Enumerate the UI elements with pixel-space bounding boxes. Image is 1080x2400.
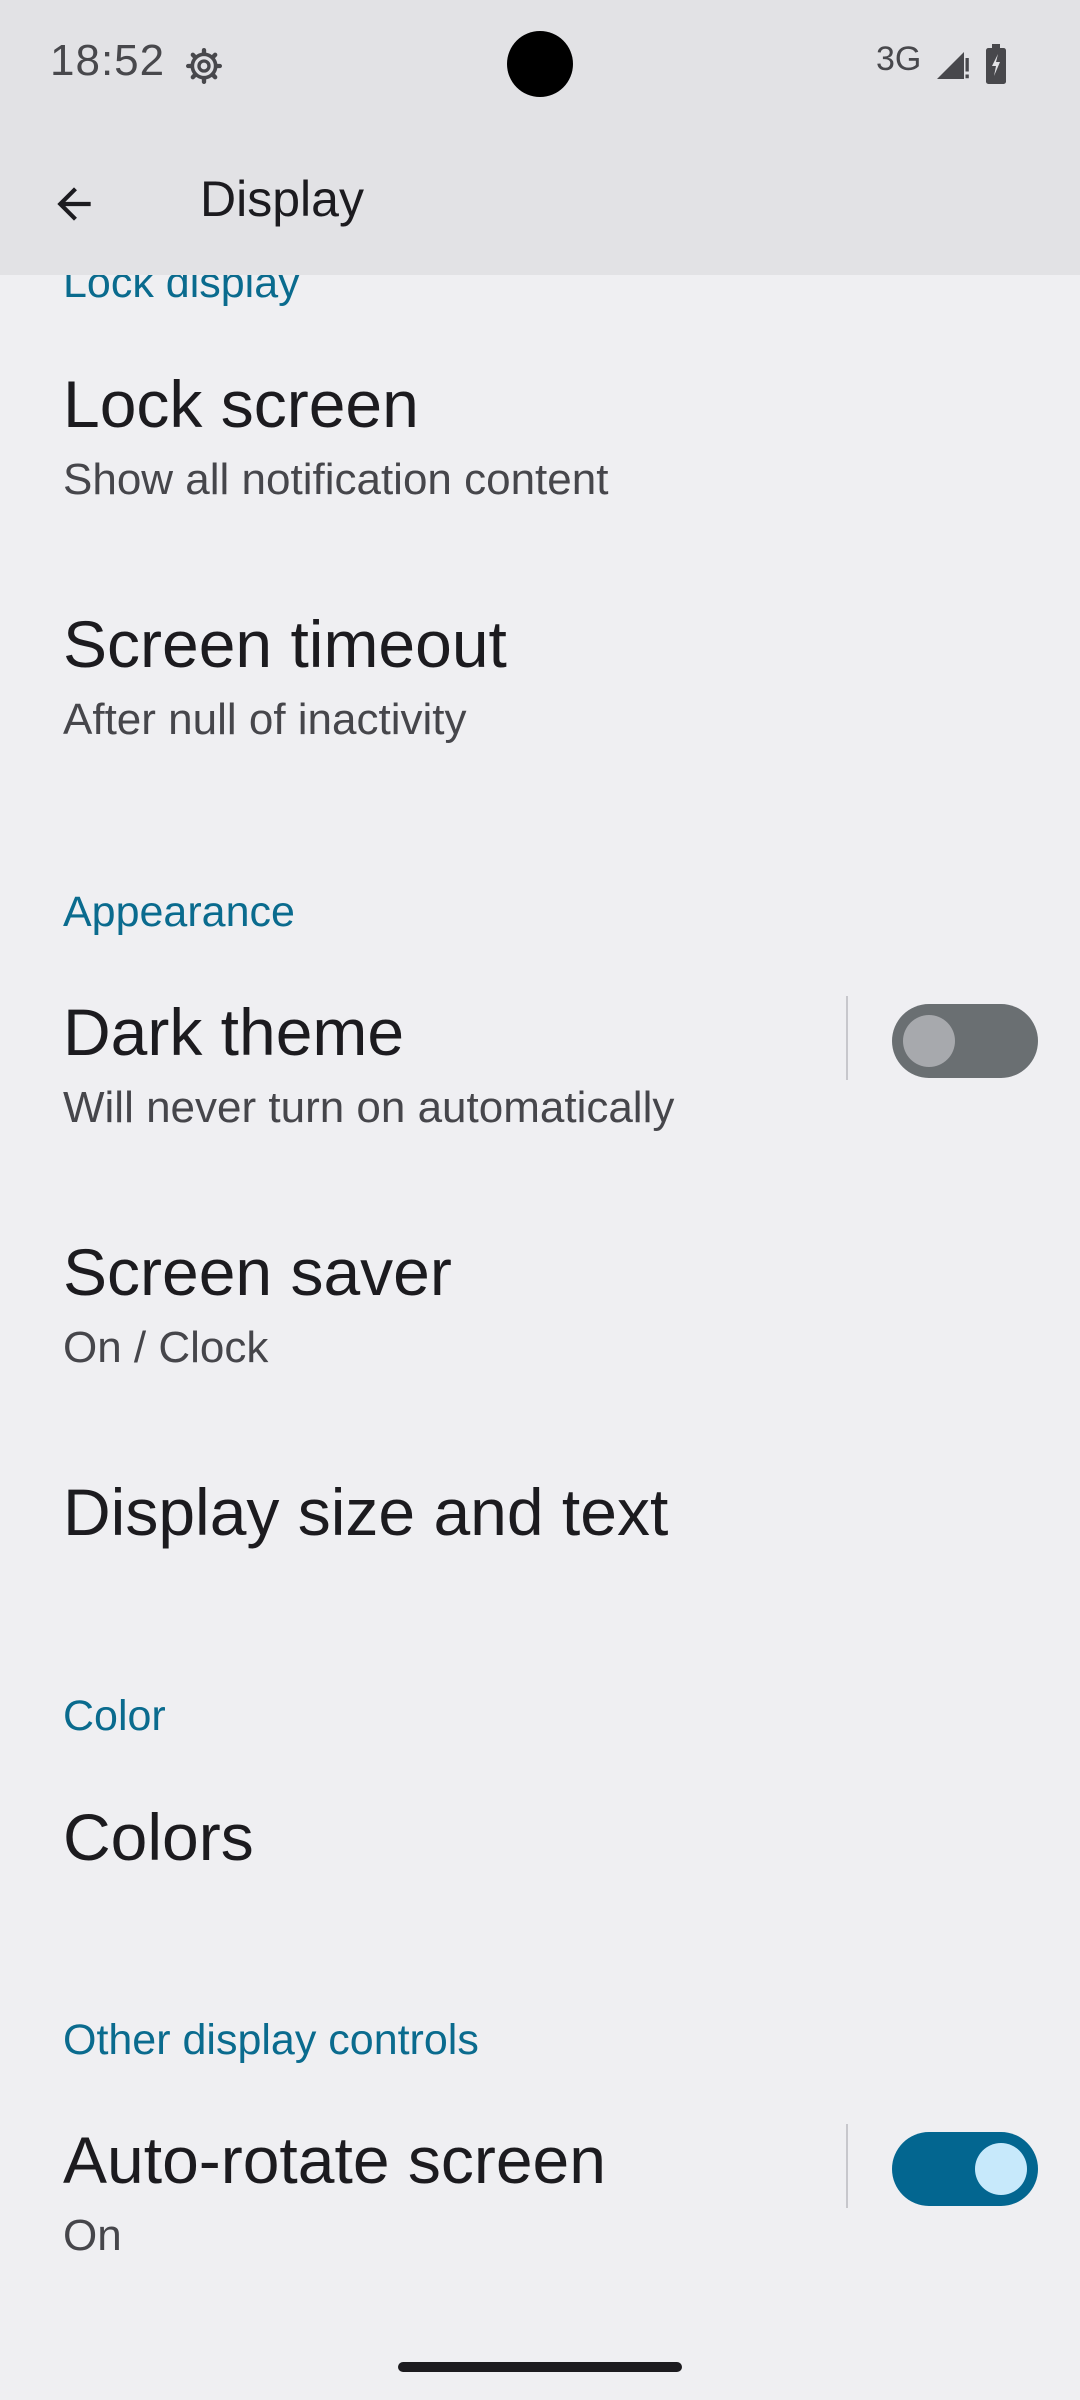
lock-screen-summary: Show all notification content <box>63 455 609 504</box>
gesture-navigation-bar[interactable] <box>398 2362 682 2372</box>
settings-list[interactable]: Lock display Lock screen Show all notifi… <box>0 275 1080 2325</box>
section-header-lock-display: Lock display <box>63 275 300 307</box>
display-settings-screen: 18:52 3G Display Lock display Lock scree… <box>0 0 1080 2400</box>
auto-rotate-switch[interactable] <box>892 2132 1038 2206</box>
dark-theme-summary: Will never turn on automatically <box>63 1083 675 1132</box>
switch-thumb <box>903 1015 955 1067</box>
display-size-item[interactable]: Display size and text <box>0 1475 1080 1638</box>
colors-item[interactable]: Colors <box>0 1800 1080 1963</box>
section-header-appearance: Appearance <box>63 888 295 936</box>
section-header-color: Color <box>63 1692 166 1740</box>
arrow-back-icon <box>57 187 91 221</box>
camera-cutout <box>507 31 573 97</box>
divider <box>846 996 848 1080</box>
auto-rotate-summary: On <box>63 2211 122 2260</box>
status-time: 18:52 <box>50 36 166 85</box>
dark-theme-switch[interactable] <box>892 1004 1038 1078</box>
network-type: 3G <box>876 40 922 78</box>
dark-theme-item[interactable]: Dark theme Will never turn on automatica… <box>0 995 1080 1198</box>
page-title: Display <box>200 171 364 227</box>
screen-timeout-item[interactable]: Screen timeout After null of inactivity <box>0 607 1080 810</box>
screen-saver-summary: On / Clock <box>63 1323 269 1372</box>
app-bar: Display <box>0 130 1080 275</box>
screen-timeout-summary: After null of inactivity <box>63 695 467 744</box>
signal-icon <box>937 52 969 79</box>
display-size-title: Display size and text <box>63 1475 669 1549</box>
auto-rotate-item[interactable]: Auto-rotate screen On <box>0 2123 1080 2325</box>
colors-title: Colors <box>63 1800 254 1874</box>
dark-theme-title: Dark theme <box>63 995 405 1069</box>
settings-gear-icon <box>186 48 222 85</box>
screen-saver-title: Screen saver <box>63 1235 452 1309</box>
switch-thumb <box>975 2143 1027 2195</box>
back-button[interactable] <box>30 160 118 248</box>
status-bar: 18:52 3G <box>0 0 1080 130</box>
lock-screen-title: Lock screen <box>63 367 419 441</box>
screen-timeout-title: Screen timeout <box>63 607 507 681</box>
screen-saver-item[interactable]: Screen saver On / Clock <box>0 1235 1080 1438</box>
section-header-other-display-controls: Other display controls <box>63 2016 479 2064</box>
divider <box>846 2124 848 2208</box>
lock-screen-item[interactable]: Lock screen Show all notification conten… <box>0 367 1080 570</box>
battery-charging-icon <box>986 44 1006 84</box>
auto-rotate-title: Auto-rotate screen <box>63 2123 606 2197</box>
